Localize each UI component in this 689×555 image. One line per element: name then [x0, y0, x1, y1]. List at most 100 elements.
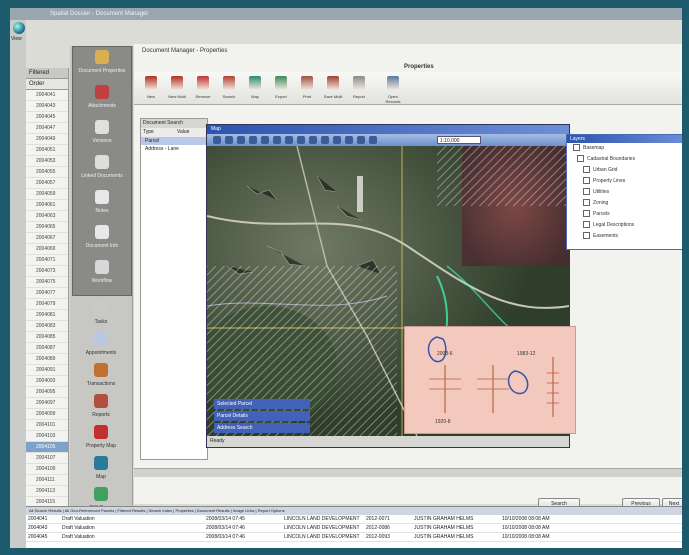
map-tool-icon[interactable] — [297, 136, 305, 144]
map-tool-icon[interactable] — [273, 136, 281, 144]
list-item[interactable]: 2004091 — [26, 365, 68, 376]
globe-icon[interactable] — [13, 22, 25, 34]
map-tool-icon[interactable] — [345, 136, 353, 144]
list-item[interactable]: 2004079 — [26, 299, 68, 310]
layer-item[interactable]: Urban Grid — [567, 165, 682, 176]
list-item[interactable]: 2004073 — [26, 266, 68, 277]
ribbon-button[interactable]: Map — [244, 76, 266, 99]
map-tool-icon[interactable] — [225, 136, 233, 144]
list-item[interactable]: 2004059 — [26, 189, 68, 200]
list-item[interactable]: 2004065 — [26, 222, 68, 233]
list-item[interactable]: 2004045 — [26, 112, 68, 123]
list-item[interactable]: 2004055 — [26, 167, 68, 178]
list-item[interactable]: 2004061 — [26, 200, 68, 211]
list-item[interactable]: 2004107 — [26, 453, 68, 464]
list-item[interactable]: 2004103 — [26, 431, 68, 442]
map-tool-icon[interactable] — [357, 136, 365, 144]
column-header-value[interactable]: Value — [177, 128, 189, 137]
list-item[interactable]: 2004053 — [26, 156, 68, 167]
list-item[interactable]: 2004113 — [26, 486, 68, 497]
layer-item[interactable]: Basemap — [567, 143, 682, 154]
overlay-label[interactable]: Address Search — [214, 423, 310, 433]
layer-checkbox[interactable] — [577, 155, 584, 163]
list-item[interactable]: 2004071 — [26, 255, 68, 266]
list-item[interactable]: 2004077 — [26, 288, 68, 299]
layer-item[interactable]: Utilities — [567, 187, 682, 198]
tool-info[interactable]: Document Info — [73, 222, 131, 258]
layer-item[interactable]: Easements — [567, 231, 682, 242]
ribbon-button[interactable]: Remove — [192, 76, 214, 99]
map-tool-icon[interactable] — [309, 136, 317, 144]
list-item[interactable]: 2004063 — [26, 211, 68, 222]
list-item[interactable]: 2004101 — [26, 420, 68, 431]
results-table-header[interactable]: All Search Results | All Geo-Referenced … — [26, 507, 682, 515]
layer-item[interactable]: Property Lines — [567, 176, 682, 187]
list-item[interactable]: 2004075 — [26, 277, 68, 288]
tool-folder[interactable]: Document Properties — [73, 47, 131, 83]
search-row[interactable]: Address - Lane — [141, 145, 207, 153]
tool-versions[interactable]: Versions — [73, 117, 131, 153]
list-item[interactable]: 2004069 — [26, 244, 68, 255]
list-item[interactable]: 2004049 — [26, 134, 68, 145]
list-item[interactable]: 2004085 — [26, 332, 68, 343]
ribbon-button[interactable]: Open Records — [382, 76, 404, 104]
tab-filtered[interactable]: Filtered — [26, 68, 68, 79]
search-row[interactable]: Parcel — [141, 137, 207, 145]
ribbon-button[interactable]: New Multi — [166, 76, 188, 99]
ribbon-button[interactable]: Print — [296, 76, 318, 99]
layer-checkbox[interactable] — [573, 144, 580, 152]
layer-item[interactable]: Legal Descriptions — [567, 220, 682, 231]
list-item[interactable]: 2004109 — [26, 464, 68, 475]
list-item[interactable]: 2004081 — [26, 310, 68, 321]
layer-checkbox[interactable] — [583, 188, 590, 196]
ribbon-button[interactable]: Export — [270, 76, 292, 99]
tool-notes[interactable]: Notes — [73, 187, 131, 223]
ribbon-button[interactable]: Save Multi — [322, 76, 344, 99]
list-item[interactable]: 2004043 — [26, 101, 68, 112]
list-item[interactable]: 2004111 — [26, 475, 68, 486]
ribbon-button[interactable]: New — [140, 76, 162, 99]
list-item[interactable]: 2004051 — [26, 145, 68, 156]
horizontal-scrollbar[interactable] — [134, 468, 682, 477]
table-row[interactable]: 2004043 Draft Valuation 2008/03/14 07:46 LI… — [26, 524, 682, 533]
map-tool-icon[interactable] — [285, 136, 293, 144]
list-item[interactable]: 2004041 — [26, 90, 68, 101]
list-item[interactable]: 2004083 — [26, 321, 68, 332]
layer-checkbox[interactable] — [583, 221, 590, 229]
layer-item[interactable]: Parcels — [567, 209, 682, 220]
map-tool-icon[interactable] — [261, 136, 269, 144]
list-item[interactable]: 2004099 — [26, 409, 68, 420]
layer-checkbox[interactable] — [583, 199, 590, 207]
map-tool-icon[interactable] — [369, 136, 377, 144]
layer-item[interactable]: Cadastral Boundaries — [567, 154, 682, 165]
table-row[interactable]: 2004041 Draft Valuation 2008/03/14 07:45 LI… — [26, 515, 682, 524]
tool-paperclip[interactable]: Attachments — [73, 82, 131, 118]
tool-workflow[interactable]: Workflow — [73, 257, 131, 293]
list-item[interactable]: 2004093 — [26, 376, 68, 387]
map-tool-icon[interactable] — [333, 136, 341, 144]
column-header-type[interactable]: Type — [143, 129, 154, 135]
ribbon-button[interactable]: Report — [348, 76, 370, 99]
list-item[interactable]: 2004089 — [26, 354, 68, 365]
map-tool-icon[interactable] — [321, 136, 329, 144]
layer-checkbox[interactable] — [583, 232, 590, 240]
list-item[interactable]: 2004047 — [26, 123, 68, 134]
overlay-label[interactable]: Parcel Details — [214, 411, 310, 421]
list-item[interactable]: 2004095 — [26, 387, 68, 398]
tool-link[interactable]: Linked Documents — [73, 152, 131, 188]
list-item[interactable]: 2004057 — [26, 178, 68, 189]
list-item[interactable]: 2004087 — [26, 343, 68, 354]
ribbon-button[interactable]: Search — [218, 76, 240, 99]
map-tool-icon[interactable] — [213, 136, 221, 144]
layer-item[interactable]: Zoning — [567, 198, 682, 209]
list-item[interactable]: 2004097 — [26, 398, 68, 409]
list-item[interactable]: 2004105 — [26, 442, 68, 453]
map-tool-icon[interactable] — [237, 136, 245, 144]
overlay-label[interactable]: Selected Parcel — [214, 399, 310, 409]
scale-select[interactable]: 1:10,000 — [437, 136, 481, 144]
directory-list[interactable]: Filtered Order 2004041 2004043 2004045 2004… — [26, 68, 69, 508]
list-item[interactable]: 2004067 — [26, 233, 68, 244]
layer-checkbox[interactable] — [583, 210, 590, 218]
table-row[interactable]: 2004045 Draft Valuation 2008/03/14 07:46 LI… — [26, 533, 682, 542]
sort-header[interactable]: Order — [26, 79, 68, 90]
